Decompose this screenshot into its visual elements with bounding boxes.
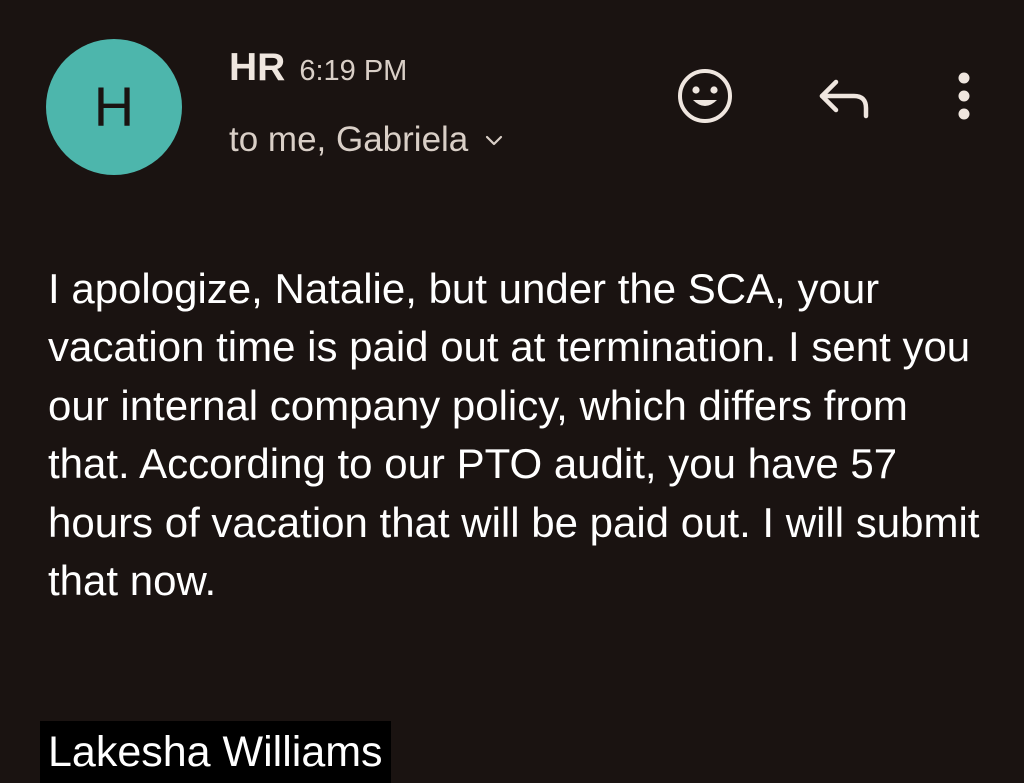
more-options-button[interactable]: [930, 64, 994, 128]
recipients-toggle[interactable]: to me, Gabriela: [229, 120, 506, 160]
sender-avatar[interactable]: H: [46, 39, 182, 175]
email-message: I apologize, Natalie, but under the SCA,…: [48, 265, 980, 605]
more-vert-icon: [958, 72, 970, 120]
sender-name[interactable]: HR: [229, 46, 285, 90]
email-body: I apologize, Natalie, but under the SCA,…: [48, 260, 998, 610]
reply-icon: [819, 79, 869, 119]
email-header: H HR 6:19 PM to me, Gabriela: [0, 0, 1024, 200]
signature-name: Lakesha Williams: [48, 727, 383, 776]
signature: Lakesha Williams: [40, 721, 391, 783]
smiley-icon: [678, 69, 732, 123]
chevron-down-icon: [486, 135, 503, 146]
sender-line: HR 6:19 PM: [229, 46, 407, 90]
avatar-letter: H: [93, 75, 135, 138]
reply-button[interactable]: [812, 64, 876, 128]
recipients-text: to me, Gabriela: [229, 120, 469, 159]
sent-time: 6:19 PM: [299, 55, 408, 87]
emoji-reaction-button[interactable]: [673, 64, 737, 128]
